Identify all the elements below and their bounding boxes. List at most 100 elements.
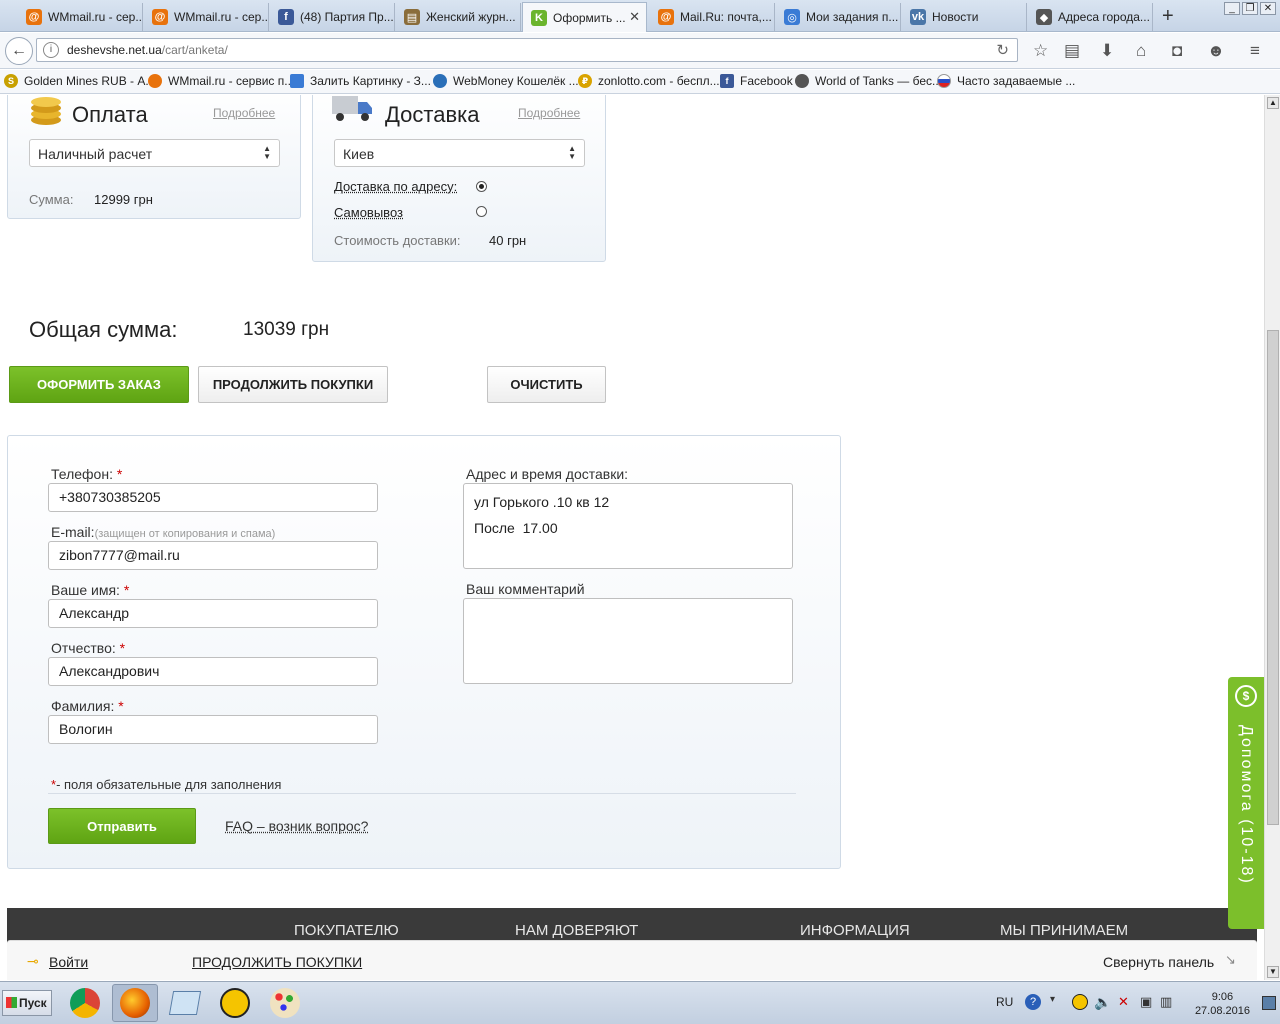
network-icon[interactable]: ▣ (1140, 994, 1156, 1010)
taskbar-ghost-app[interactable] (212, 984, 258, 1022)
taskbar-paint[interactable] (262, 984, 308, 1022)
language-indicator[interactable]: RU (996, 995, 1013, 1009)
bookmark-wmmail[interactable]: WMmail.ru - сервис п... (148, 74, 294, 88)
tab-mailru[interactable]: @ Mail.Ru: почта,... (650, 3, 775, 31)
tab-tasks[interactable]: ◎ Мои задания п... (776, 3, 901, 31)
url-text[interactable]: deshevshe.net.ua/cart/anketa/ (67, 43, 228, 57)
bookmark-webmoney[interactable]: WebMoney Кошелёк ... (433, 74, 579, 88)
home-icon[interactable]: ⌂ (1136, 41, 1146, 61)
truck-icon (332, 96, 372, 121)
delivery-address-option[interactable]: Доставка по адресу: (334, 179, 457, 194)
ghost-tray-icon[interactable] (1072, 994, 1088, 1010)
taskbar-notepad[interactable] (162, 984, 208, 1022)
scroll-down-arrow-icon[interactable]: ▼ (1267, 966, 1279, 978)
volume-icon[interactable]: 🔈 (1094, 994, 1111, 1010)
bookmark-upload-image[interactable]: Залить Картинку - З... (290, 74, 431, 88)
start-button[interactable]: Пуск (2, 990, 52, 1016)
at-icon: @ (26, 9, 42, 25)
url-bar[interactable]: i deshevshe.net.ua/cart/anketa/ ↻ (36, 38, 1018, 62)
comment-textarea[interactable] (463, 598, 793, 684)
chrome-icon (70, 988, 100, 1018)
reload-icon[interactable]: ↻ (996, 41, 1009, 59)
download-icon[interactable]: ⬇ (1100, 41, 1114, 61)
delivery-panel: Доставка Подробнее Киев ▲ ▼ Доставка по а… (312, 95, 606, 262)
footer-col-payments[interactable]: МЫ ПРИНИМАЕМ (1000, 922, 1128, 939)
chat-icon[interactable]: ☻ (1207, 41, 1225, 61)
help-side-tab[interactable]: $ Допомога (10-18) (1228, 677, 1264, 929)
footer-col-trust[interactable]: НАМ ДОВЕРЯЮТ (515, 922, 638, 939)
faq-link[interactable]: FAQ – возник вопрос? (225, 818, 368, 834)
scroll-up-arrow-icon[interactable]: ▲ (1267, 97, 1279, 109)
form-divider (48, 793, 796, 794)
bookmark-world-of-tanks[interactable]: World of Tanks — бес... (795, 74, 942, 88)
bookmark-golden-mines[interactable]: S Golden Mines RUB - А... (4, 74, 155, 88)
maximize-icon[interactable]: ❐ (1242, 2, 1258, 15)
delivery-more-link[interactable]: Подробнее (518, 106, 580, 120)
menu-icon[interactable]: ≡ (1250, 41, 1260, 61)
payment-method-select[interactable]: Наличный расчет ▲ ▼ (29, 139, 280, 167)
surname-label: Фамилия: * (51, 698, 124, 714)
submit-button[interactable]: Отправить (48, 808, 196, 844)
bookmark-faq[interactable]: Часто задаваемые ... (937, 74, 1075, 88)
collapse-arrow-icon[interactable]: ↘ (1225, 952, 1236, 968)
tab-magazine[interactable]: ▤ Женский журн... (396, 3, 521, 31)
tab-label: Mail.Ru: почта,... (680, 10, 772, 24)
bookmarks-bar: S Golden Mines RUB - А... WMmail.ru - сер… (0, 70, 1280, 94)
tab-vk-news[interactable]: vk Новости (902, 3, 1027, 31)
phone-input[interactable]: +380730385205 (48, 483, 378, 512)
footer-col-buyers[interactable]: ПОКУПАТЕЛЮ (294, 922, 399, 939)
firefox-icon (120, 988, 150, 1018)
show-desktop-icon[interactable] (1262, 996, 1276, 1010)
payment-more-link[interactable]: Подробнее (213, 106, 275, 120)
required-note: *- поля обязательные для заполнения (51, 777, 282, 792)
coin-icon: ₽ (578, 74, 592, 88)
minimize-icon[interactable]: _ (1224, 2, 1240, 15)
clear-cart-button[interactable]: ОЧИСТИТЬ (487, 366, 606, 403)
network-error-icon[interactable]: ✕ (1118, 994, 1134, 1010)
pickup-option[interactable]: Самовывоз (334, 205, 403, 220)
continue-shopping-button[interactable]: ПРОДОЛЖИТЬ ПОКУПКИ (198, 366, 388, 403)
bottom-continue-shopping-link[interactable]: ПРОДОЛЖИТЬ ПОКУПКИ (192, 954, 362, 970)
address-textarea[interactable]: ул Горького .10 кв 12 После 17.00 (463, 483, 793, 569)
reading-list-icon[interactable]: ▤ (1064, 41, 1080, 61)
close-window-icon[interactable]: ✕ (1260, 2, 1276, 15)
tab-wmmail-1[interactable]: @ WMmail.ru - сер... (18, 3, 143, 31)
back-arrow-icon[interactable]: ← (5, 37, 33, 65)
tab-checkout-active[interactable]: K Оформить ... ✕ (522, 2, 647, 32)
scrollbar-thumb[interactable] (1267, 330, 1279, 825)
delivery-address-radio[interactable] (476, 181, 487, 192)
coin-icon: S (4, 74, 18, 88)
tab-facebook[interactable]: f (48) Партия Пр... (270, 3, 395, 31)
footer-col-info[interactable]: ИНФОРМАЦИЯ (800, 922, 910, 939)
pickup-radio[interactable] (476, 206, 487, 217)
star-bookmark-icon[interactable]: ☆ (1033, 41, 1048, 61)
checkout-button[interactable]: ОФОРМИТЬ ЗАКАЗ (9, 366, 189, 403)
collapse-panel-link[interactable]: Свернуть панель (1103, 954, 1214, 970)
close-tab-icon[interactable]: ✕ (629, 9, 640, 25)
browser-nav-bar: ← i deshevshe.net.ua/cart/anketa/ ↻ ☆ ▤ … (0, 33, 1280, 69)
pocket-icon[interactable]: ◘ (1172, 41, 1182, 61)
tab-label: WMmail.ru - сер... (174, 10, 269, 24)
email-input[interactable]: zibon7777@mail.ru (48, 541, 378, 570)
bookmark-facebook[interactable]: f Facebook (720, 74, 793, 88)
windows-logo-icon (6, 997, 17, 1008)
page-scrollbar[interactable]: ▲ ▼ (1264, 95, 1280, 980)
comment-label: Ваш комментарий (466, 581, 585, 597)
new-tab-button[interactable]: + (1162, 5, 1174, 28)
patronymic-input[interactable]: Александрович (48, 657, 378, 686)
system-clock[interactable]: 9:06 27.08.2016 (1195, 990, 1250, 1018)
tab-wmmail-2[interactable]: @ WMmail.ru - сер... (144, 3, 269, 31)
chevron-up-icon[interactable]: ▾ (1050, 994, 1066, 1010)
surname-input[interactable]: Вологин (48, 715, 378, 744)
taskbar-firefox[interactable] (112, 984, 158, 1022)
name-input[interactable]: Александр (48, 599, 378, 628)
delivery-city-select[interactable]: Киев ▲ ▼ (334, 139, 585, 167)
login-link[interactable]: Войти (49, 954, 88, 970)
russia-flag-icon (937, 74, 951, 88)
help-icon[interactable]: ? (1025, 994, 1041, 1010)
bookmark-zonlotto[interactable]: ₽ zonlotto.com - беспл... (578, 74, 720, 88)
info-icon[interactable]: i (43, 42, 59, 58)
tab-addresses[interactable]: ◆ Адреса города... (1028, 3, 1153, 31)
power-icon[interactable]: ▥ (1160, 994, 1176, 1010)
taskbar-chrome[interactable] (62, 984, 108, 1022)
